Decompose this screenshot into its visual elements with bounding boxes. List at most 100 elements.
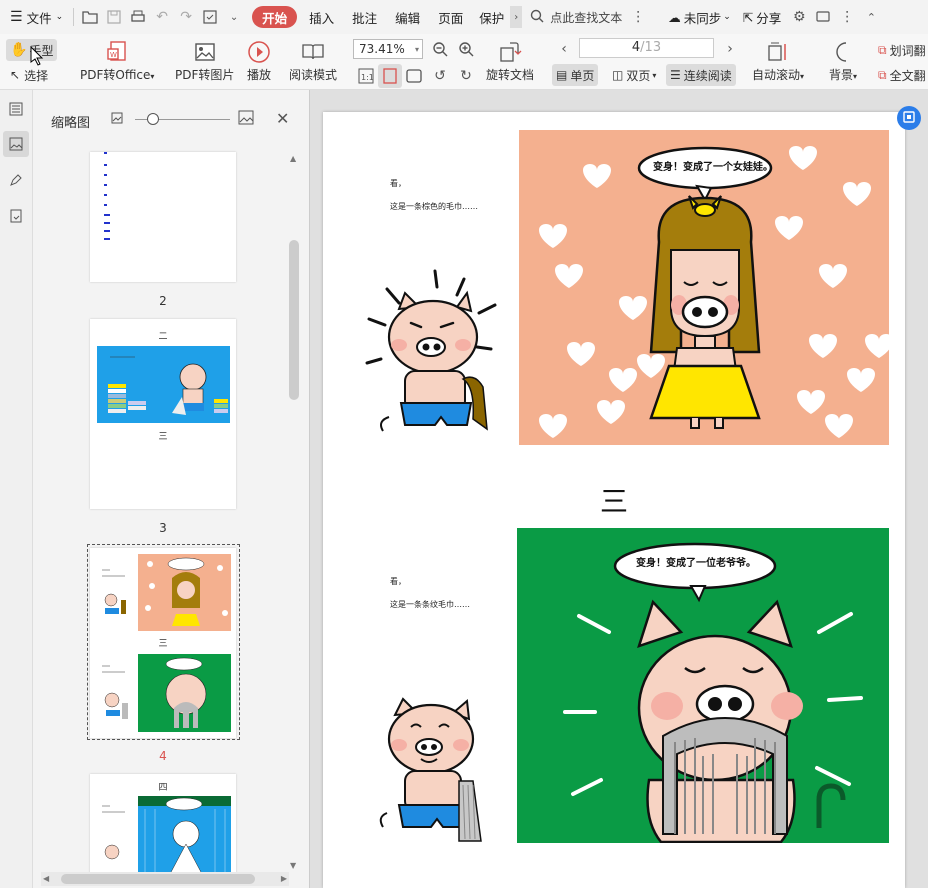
play-button[interactable]: 播放 [247, 38, 271, 83]
rotate-document-button[interactable]: 旋转文档 [486, 38, 534, 83]
thumbnail-horizontal-scrollbar[interactable]: ◀ ▶ [41, 872, 289, 886]
illustration-grandpa-transformation: 变身！变成了一位老爷爷。 [517, 528, 889, 843]
thumbnail-page-5[interactable]: 四 [90, 774, 236, 874]
sync-status[interactable]: ☁ 未同步 ⌄ [662, 5, 737, 29]
zoom-in-icon[interactable] [454, 37, 478, 61]
illustration-pig-brown-towel [359, 267, 519, 447]
thumbnail-page-label: 4 [159, 749, 167, 763]
next-page-icon[interactable]: › [718, 37, 742, 61]
pdf-to-image-button[interactable]: PDF转图片 [175, 38, 234, 83]
thumbnail-page-3-content [97, 346, 230, 423]
slider-handle[interactable] [147, 113, 159, 125]
comment-icon[interactable] [811, 5, 835, 29]
fit-page-icon[interactable] [378, 64, 402, 88]
pdf-to-office-label: PDF转Office [80, 68, 151, 82]
document-view[interactable]: 看， 这是一条棕色的毛巾…… 变身！变成了一个女娃娃。 三 看， 这是一条条纹毛… [310, 90, 928, 888]
illustration-pig-striped-towel [373, 687, 513, 847]
actual-size-icon[interactable]: 1:1 [354, 64, 378, 88]
open-folder-icon[interactable] [78, 5, 102, 29]
page-number-input[interactable]: 4/13 [579, 38, 714, 58]
tab-edit[interactable]: 编辑 [389, 5, 426, 29]
tab-protect[interactable]: 保护 [473, 5, 510, 29]
collapse-ribbon-icon[interactable]: ⌃ [859, 5, 883, 29]
thumbnail-page-4[interactable]: 三 [90, 548, 236, 738]
thumbnail-page-3[interactable]: 二 三 [90, 319, 236, 509]
pdf-to-office-button[interactable]: W PDF转Office▾ [80, 38, 154, 83]
fulltext-translate-button[interactable]: ⧉ 全文翻 [874, 64, 928, 86]
search-box[interactable]: 点此查找文本 [530, 9, 622, 26]
mouse-cursor-icon [30, 45, 44, 66]
small-image-icon[interactable] [111, 112, 123, 127]
chevron-down-icon: ▾ [652, 70, 657, 80]
tab-start[interactable]: 开始 [252, 6, 298, 28]
continuous-icon: ☰ [670, 68, 681, 82]
gear-icon[interactable]: ⚙ [787, 5, 811, 29]
zoom-out-icon[interactable] [428, 37, 452, 61]
page-total: /13 [640, 40, 662, 55]
select-tool-button[interactable]: ↖ 选择 [6, 64, 52, 86]
more-vertical-icon[interactable]: ⋮ [626, 5, 650, 29]
ribbon-toolbar: ✋ 手型 ↖ 选择 W PDF转Office▾ PDF转图片 播放 阅读模式 7… [0, 34, 928, 90]
pdf-to-image-label: PDF转图片 [175, 68, 235, 82]
zoom-select[interactable]: 73.41% ▾ [353, 39, 423, 59]
floating-tool-icon [903, 110, 915, 126]
continuous-read-button[interactable]: ☰ 连续阅读 [666, 64, 736, 86]
word-translate-button[interactable]: ⧉ 划词翻 [874, 39, 928, 61]
scroll-thumb[interactable] [61, 874, 255, 884]
previous-page-icon[interactable]: ‹ [552, 37, 576, 61]
caption-line: 看， [390, 577, 406, 586]
scroll-right-arrow[interactable]: ▶ [281, 874, 287, 883]
thumbnail-page-2[interactable] [90, 152, 236, 282]
single-page-icon: ▤ [556, 68, 568, 82]
background-button[interactable]: 背景▾ [829, 38, 857, 83]
section-heading: 三 [599, 485, 628, 518]
tab-page[interactable]: 页面 [432, 5, 469, 29]
scroll-down-arrow[interactable]: ▼ [290, 861, 296, 870]
double-page-button[interactable]: ◫ 双页 ▾ [608, 64, 660, 86]
print-icon[interactable] [126, 5, 150, 29]
save-icon[interactable] [102, 5, 126, 29]
thumbnails-icon[interactable] [3, 131, 29, 157]
annotations-icon[interactable] [3, 167, 29, 193]
attachments-icon[interactable] [3, 203, 29, 229]
continuous-read-label: 连续阅读 [683, 68, 732, 83]
export-icon[interactable] [198, 5, 222, 29]
caption-line: 这是一条条纹毛巾…… [390, 600, 470, 609]
tabs-more-button[interactable]: › [510, 6, 523, 28]
auto-scroll-button[interactable]: 自动滚动▾ [752, 38, 804, 83]
thumbnail-heading: 三 [158, 432, 168, 442]
double-page-label: 双页 [626, 68, 651, 83]
rotate-left-icon[interactable]: ↺ [428, 64, 452, 88]
thumbnail-panel-header: 缩略图 ✕ [33, 90, 310, 148]
sync-status-label: 未同步 [683, 10, 722, 26]
thumbnail-size-slider[interactable] [135, 113, 230, 125]
share-button[interactable]: ⇱ 分享 [737, 5, 788, 29]
thumbnail-vertical-scrollbar[interactable]: ▲ ▼ [287, 152, 301, 872]
undo-icon[interactable]: ↶ [150, 5, 174, 29]
tab-annotate[interactable]: 批注 [346, 5, 383, 29]
single-page-button[interactable]: ▤ 单页 [552, 64, 599, 86]
thumbnail-page-label: 2 [159, 294, 167, 308]
scroll-thumb[interactable] [289, 240, 299, 400]
tab-insert[interactable]: 插入 [303, 5, 340, 29]
bookmarks-icon[interactable] [3, 96, 29, 122]
pdf-convert-icon: W [105, 38, 129, 66]
hand-icon: ✋ [10, 42, 28, 58]
share-label: 分享 [756, 10, 782, 26]
redo-icon[interactable]: ↷ [174, 5, 198, 29]
rotate-right-icon[interactable]: ↻ [454, 64, 478, 88]
more-vertical-icon[interactable]: ⋮ [835, 5, 859, 29]
svg-text:W: W [110, 51, 117, 59]
file-menu[interactable]: ☰ 文件 ⌄ [4, 5, 69, 29]
read-mode-button[interactable]: 阅读模式 [289, 38, 337, 83]
floating-tool-button[interactable] [897, 106, 921, 130]
translate-icon: ⧉ [878, 67, 887, 82]
thumbnail-page-label: 3 [159, 521, 167, 535]
fit-width-icon[interactable] [402, 64, 426, 88]
moon-icon [831, 38, 855, 66]
scroll-left-arrow[interactable]: ◀ [43, 874, 49, 883]
large-image-icon[interactable] [238, 110, 254, 128]
close-icon[interactable]: ✕ [276, 109, 289, 128]
scroll-up-arrow[interactable]: ▲ [290, 154, 296, 163]
chevron-down-icon[interactable]: ⌄ [222, 5, 246, 29]
